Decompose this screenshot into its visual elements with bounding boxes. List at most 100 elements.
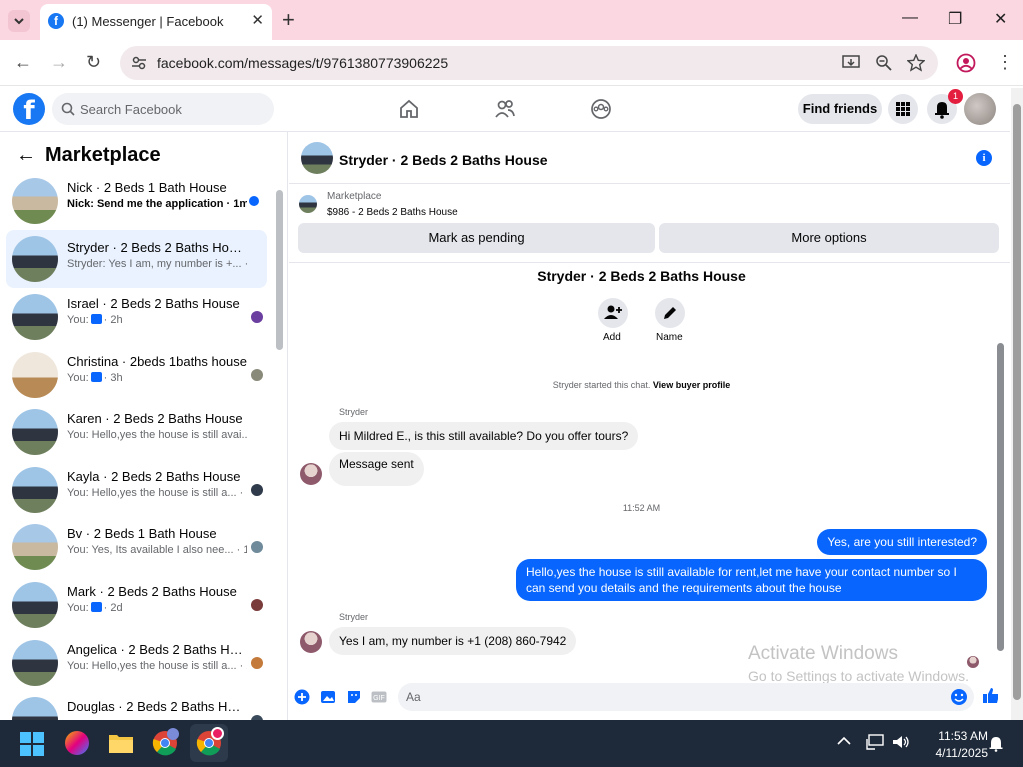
add-person-button[interactable]: [598, 298, 628, 328]
tab-list-button[interactable]: [8, 10, 30, 32]
network-icon[interactable]: [866, 734, 884, 750]
copilot-icon[interactable]: [65, 731, 89, 755]
view-buyer-profile-link[interactable]: View buyer profile: [653, 380, 730, 390]
conversation-name: Nick · 2 Beds 1 Bath House: [67, 180, 227, 195]
search-icon: [61, 102, 75, 116]
notification-badge: 1: [948, 89, 963, 104]
system-clock[interactable]: 11:53 AM 4/11/2025: [918, 729, 989, 760]
conversation-name: Mark · 2 Beds 2 Baths House: [67, 584, 237, 599]
sender-name: Stryder: [339, 612, 369, 622]
groups-icon[interactable]: [590, 98, 612, 120]
conversation-item[interactable]: Christina · 2beds 1baths house You: · 3h: [6, 348, 267, 404]
windows-start-icon[interactable]: [20, 732, 44, 756]
conversation-preview: You: Hello,yes the house is still a... ·…: [67, 487, 247, 499]
gif-icon[interactable]: GIF: [371, 689, 387, 705]
back-arrow-icon[interactable]: ←: [16, 144, 36, 167]
reload-button[interactable]: ↻: [86, 52, 101, 73]
page-scrollbar[interactable]: [1011, 88, 1023, 720]
listing-price[interactable]: $986 - 2 Beds 2 Baths House: [327, 207, 458, 218]
notification-badge-icon: [211, 727, 224, 740]
conversation-preview: Nick: Send me the application · 1m: [67, 198, 247, 210]
activate-windows-watermark: Activate Windows Go to Settings to activ…: [748, 643, 969, 684]
seen-avatar: [251, 484, 263, 496]
name-chat-button[interactable]: [655, 298, 685, 328]
info-icon[interactable]: i: [976, 150, 992, 166]
home-icon[interactable]: [398, 98, 420, 120]
conversation-name: Stryder · 2 Beds 2 Baths House: [67, 240, 247, 255]
photo-icon[interactable]: [320, 689, 336, 705]
conversation-item[interactable]: Bv · 2 Beds 1 Bath House You: Yes, Its a…: [6, 520, 267, 576]
message-thread: Stryder · 2 Beds 2 Baths House Add Name …: [289, 262, 1010, 684]
conversation-item[interactable]: Israel · 2 Beds 2 Baths House You: · 2h: [6, 290, 267, 346]
unread-dot-icon: [249, 196, 259, 206]
sticker-icon[interactable]: [346, 689, 362, 705]
conversation-name: Karen · 2 Beds 2 Baths House: [67, 411, 243, 426]
sidebar-scrollbar[interactable]: [276, 190, 283, 350]
menu-button[interactable]: [888, 94, 918, 124]
sidebar-title: Marketplace: [45, 144, 161, 166]
friends-icon[interactable]: [494, 98, 516, 120]
minimize-button[interactable]: —: [902, 9, 918, 27]
site-settings-icon[interactable]: [131, 55, 147, 71]
conversation-item[interactable]: Douglas · 2 Beds 2 Baths Hou...: [6, 693, 267, 720]
sender-avatar[interactable]: [300, 631, 322, 653]
plus-circle-icon[interactable]: [294, 689, 310, 705]
notification-bell-icon[interactable]: [988, 735, 1004, 752]
conversation-item-active[interactable]: Stryder · 2 Beds 2 Baths House Stryder: …: [6, 230, 267, 288]
listing-thumbnail: [12, 467, 58, 513]
incoming-message[interactable]: Yes I am, my number is +1 (208) 860-7942: [329, 627, 577, 655]
forward-button[interactable]: →: [50, 52, 68, 73]
file-explorer-icon[interactable]: [108, 732, 134, 754]
chat-started-notice: Stryder started this chat. View buyer pr…: [552, 380, 731, 390]
browser-tab[interactable]: f (1) Messenger | Facebook ✕: [40, 4, 272, 40]
thumbs-up-icon: [90, 602, 102, 612]
chevron-up-icon[interactable]: [837, 736, 851, 746]
message-scrollbar[interactable]: [997, 343, 1004, 651]
incoming-message[interactable]: Message sent: [329, 452, 424, 486]
chat-avatar[interactable]: [301, 142, 333, 174]
install-app-icon[interactable]: [842, 55, 860, 71]
more-options-button[interactable]: More options: [659, 223, 999, 253]
conversation-item[interactable]: Angelica · 2 Beds 2 Baths Ho... You: Hel…: [6, 636, 267, 692]
outgoing-message[interactable]: Hello,yes the house is still available f…: [516, 559, 987, 601]
search-placeholder: Search Facebook: [80, 102, 182, 117]
pencil-icon: [664, 307, 676, 319]
name-label: Name: [656, 332, 683, 343]
facebook-search-input[interactable]: Search Facebook: [52, 93, 274, 125]
conversation-item[interactable]: Kayla · 2 Beds 2 Baths House You: Hello,…: [6, 463, 267, 519]
emoji-icon[interactable]: [950, 688, 968, 706]
conversation-item[interactable]: Nick · 2 Beds 1 Bath House Nick: Send me…: [6, 174, 267, 230]
conversation-name: Douglas · 2 Beds 2 Baths Hou...: [67, 699, 247, 714]
svg-text:GIF: GIF: [373, 695, 385, 702]
conversation-item[interactable]: Mark · 2 Beds 2 Baths House You: · 2d: [6, 578, 267, 634]
profile-avatar[interactable]: [964, 93, 996, 125]
message-input[interactable]: Aa: [398, 683, 974, 711]
find-friends-button[interactable]: Find friends: [798, 94, 882, 124]
browser-menu-button[interactable]: ⋮: [996, 52, 1014, 73]
close-tab-icon[interactable]: ✕: [251, 11, 264, 29]
bookmark-star-icon[interactable]: [907, 54, 925, 72]
listing-thumbnail: [12, 236, 58, 282]
seen-avatar: [251, 311, 263, 323]
back-button[interactable]: ←: [14, 52, 32, 73]
address-bar[interactable]: facebook.com/messages/t/9761380773906225: [120, 46, 938, 80]
page-scrollbar-thumb[interactable]: [1013, 104, 1021, 700]
profile-icon[interactable]: [956, 53, 976, 73]
sender-avatar[interactable]: [300, 463, 322, 485]
new-tab-button[interactable]: +: [282, 7, 295, 33]
zoom-icon[interactable]: [876, 55, 892, 71]
mark-as-pending-button[interactable]: Mark as pending: [298, 223, 655, 253]
chat-title[interactable]: Stryder · 2 Beds 2 Baths House: [339, 152, 548, 168]
conversation-item[interactable]: Karen · 2 Beds 2 Baths House You: Hello,…: [6, 405, 267, 461]
conversation-preview: You: · 2d: [67, 602, 123, 614]
browser-toolbar: ← → ↻ facebook.com/messages/t/9761380773…: [0, 40, 1023, 86]
message-timestamp: 11:52 AM: [622, 503, 661, 513]
listing-thumbnail: [12, 409, 58, 455]
outgoing-message[interactable]: Yes, are you still interested?: [817, 529, 987, 555]
thumbs-up-icon[interactable]: [982, 687, 998, 703]
close-window-button[interactable]: ✕: [994, 9, 1007, 29]
incoming-message[interactable]: Hi Mildred E., is this still available? …: [329, 422, 639, 450]
maximize-button[interactable]: ❐: [948, 9, 962, 29]
facebook-logo[interactable]: f: [13, 93, 45, 126]
volume-icon[interactable]: [892, 734, 910, 750]
